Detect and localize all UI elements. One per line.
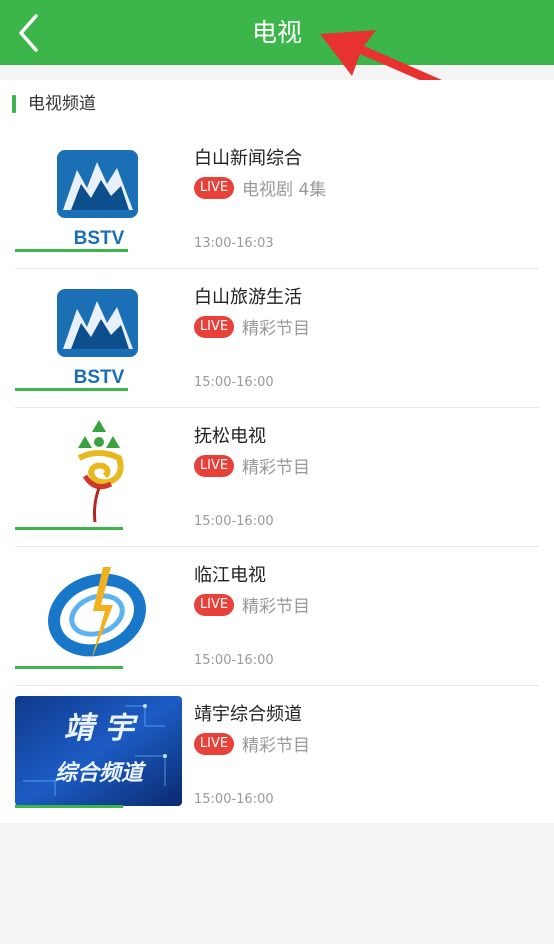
logo-underline	[15, 805, 123, 808]
channel-item-baishan-news[interactable]: BSTV 白山新闻综合 LIVE 电视剧 4集 13:00-16:03	[15, 130, 539, 269]
channel-list-panel: 电视频道 BSTV 白山新闻综合 LIVE 电视剧 4集 13:00-16:03…	[0, 80, 554, 823]
logo-underline	[15, 249, 128, 252]
program-title: 精彩节目	[242, 597, 310, 617]
program-time: 13:00-16:03	[194, 236, 274, 251]
section-accent-bar	[12, 95, 16, 113]
program-time: 15:00-16:00	[194, 653, 274, 668]
program-time: 15:00-16:00	[194, 514, 274, 529]
program-title: 精彩节目	[242, 319, 310, 339]
bstv-logo-text: BSTV	[74, 228, 125, 249]
program-title: 精彩节目	[242, 458, 310, 478]
jingyu-logo-line1: 靖 宇	[64, 711, 138, 746]
app-header: 电视	[0, 0, 554, 65]
section-title: 电视频道	[28, 94, 96, 114]
program-time: 15:00-16:00	[194, 792, 274, 807]
channel-name: 白山新闻综合	[194, 148, 302, 169]
logo-underline	[15, 666, 123, 669]
channel-item-linjiang[interactable]: 临江电视 LIVE 精彩节目 15:00-16:00	[15, 547, 539, 686]
program-time: 15:00-16:00	[194, 375, 274, 390]
program-title: 电视剧 4集	[242, 180, 327, 200]
program-title: 精彩节目	[242, 736, 310, 756]
channel-logo-linjiang	[15, 557, 182, 669]
channel-logo-jingyu: 靖 宇 综合频道	[15, 696, 182, 808]
channel-name: 靖宇综合频道	[194, 704, 302, 725]
logo-underline	[15, 527, 123, 530]
live-badge: LIVE	[194, 594, 234, 616]
live-badge: LIVE	[194, 177, 234, 199]
page-title: 电视	[251, 18, 302, 47]
channel-logo-bstv: BSTV	[15, 140, 182, 252]
channel-logo-fusong	[15, 418, 182, 530]
channel-logo-bstv: BSTV	[15, 279, 182, 391]
channel-item-jingyu[interactable]: 靖 宇 综合频道 靖宇综合频道 LIVE 精彩节目 15:00-16:00	[15, 686, 539, 825]
channel-name: 白山旅游生活	[194, 287, 302, 308]
logo-underline	[15, 388, 128, 391]
channel-name: 临江电视	[194, 565, 266, 586]
bstv-logo-text: BSTV	[74, 367, 125, 388]
channel-name: 抚松电视	[194, 426, 266, 447]
jingyu-logo-line2: 综合频道	[55, 760, 147, 786]
channel-item-fusong[interactable]: 抚松电视 LIVE 精彩节目 15:00-16:00	[15, 408, 539, 547]
channel-item-baishan-travel[interactable]: BSTV 白山旅游生活 LIVE 精彩节目 15:00-16:00	[15, 269, 539, 408]
live-badge: LIVE	[194, 316, 234, 338]
live-badge: LIVE	[194, 455, 234, 477]
live-badge: LIVE	[194, 733, 234, 755]
